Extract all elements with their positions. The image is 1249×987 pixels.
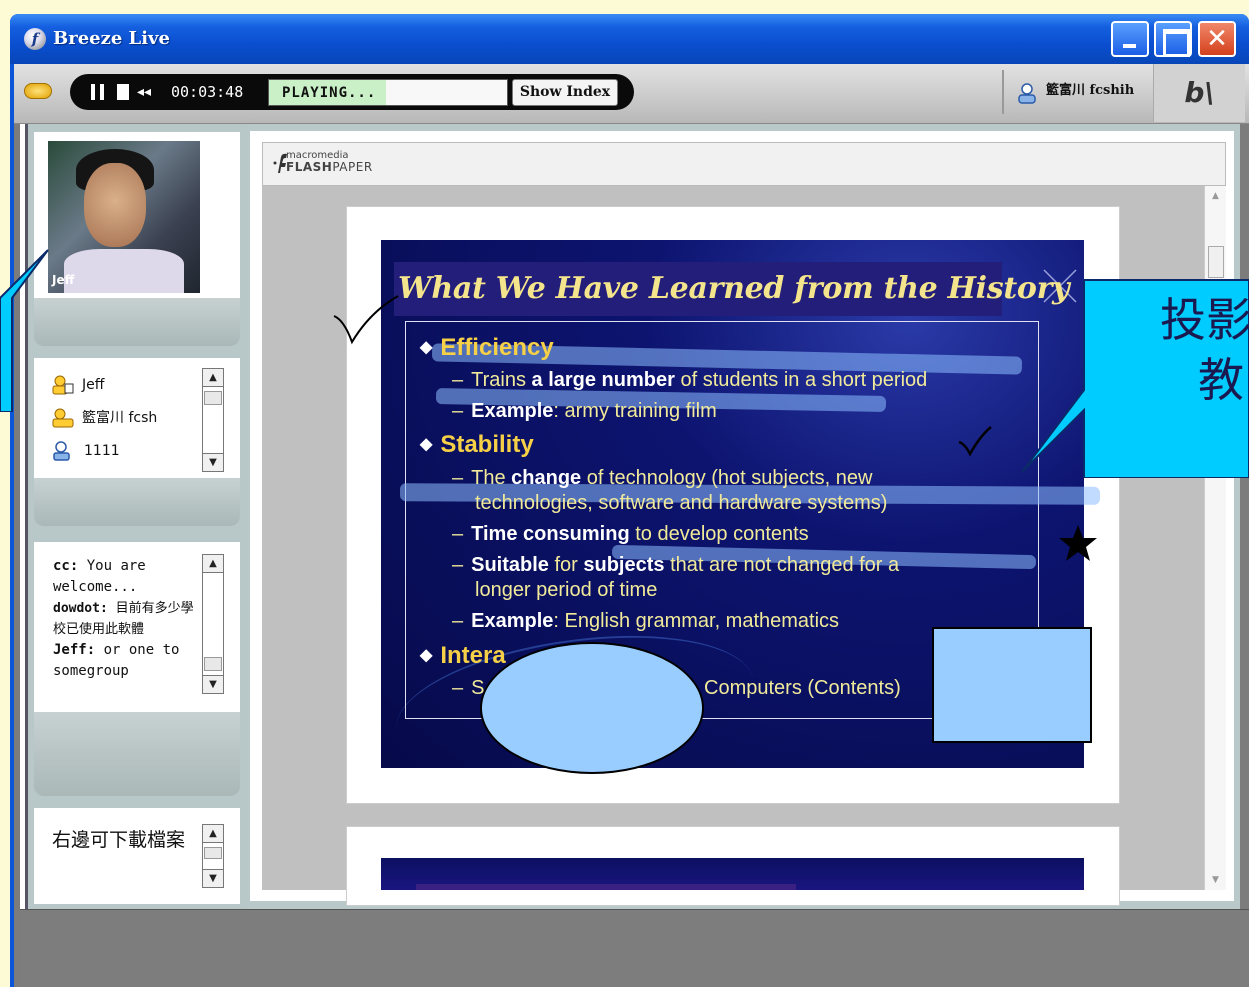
slide-subpoint-continued: Computers (Contents) bbox=[704, 677, 901, 699]
note-text: 右邊可下載檔案 bbox=[52, 829, 186, 851]
participant-icon bbox=[53, 441, 70, 461]
chat-pod-footer bbox=[34, 712, 240, 796]
slide-subpoint: – Trains a large number of students in a … bbox=[452, 369, 928, 391]
camera-video-feed: Jeff bbox=[48, 141, 200, 293]
slide-subpoint: – Suitable for subjects that are not chan… bbox=[452, 554, 900, 576]
camera-name-label: Jeff bbox=[52, 273, 75, 287]
slide-title: What We Have Learned from the History bbox=[398, 271, 1070, 306]
scroll-down-arrow-icon[interactable]: ▼ bbox=[203, 453, 223, 471]
slide-bullet: ◆ Stability bbox=[420, 431, 534, 458]
diamond-bullet-icon: ◆ bbox=[420, 647, 433, 664]
breeze-badge-icon: b\ bbox=[1153, 64, 1245, 122]
attendee-item[interactable]: Jeff bbox=[82, 374, 104, 396]
maximize-button[interactable] bbox=[1154, 21, 1192, 57]
scroll-up-arrow-icon[interactable]: ▲ bbox=[1205, 186, 1226, 206]
scroll-down-arrow-icon[interactable]: ▼ bbox=[203, 675, 223, 693]
scroll-thumb[interactable] bbox=[204, 847, 222, 859]
slide-subpoint: – Example: English grammar, mathematics bbox=[452, 610, 840, 632]
user-icon bbox=[1018, 83, 1036, 104]
pause-icon[interactable] bbox=[91, 84, 104, 100]
chat-message: dowdot: 目前有多少學校已使用此軟體 bbox=[53, 601, 194, 637]
star-annotation-icon[interactable] bbox=[1058, 524, 1098, 562]
callout-text: 投影 教 bbox=[1160, 293, 1249, 407]
scroll-up-arrow-icon[interactable]: ▲ bbox=[203, 555, 223, 573]
scroll-thumb[interactable] bbox=[1208, 246, 1224, 278]
title-bar[interactable]: f Breeze Live bbox=[10, 14, 1249, 64]
flashpaper-brand: macromedia FLASHPAPER bbox=[286, 150, 373, 174]
stop-icon[interactable] bbox=[117, 84, 129, 100]
chat-message: Jeff: or one to somegroup bbox=[53, 642, 180, 679]
elapsed-time: 00:03:48 bbox=[171, 83, 244, 101]
ellipse-annotation[interactable] bbox=[480, 642, 704, 774]
chat-message: cc: You are welcome... bbox=[53, 558, 146, 595]
diamond-bullet-icon: ◆ bbox=[420, 436, 433, 453]
flashpaper-brand-big: FLASHPAPER bbox=[286, 160, 373, 174]
slide-bullet: ◆ Efficiency bbox=[420, 334, 554, 361]
scroll-thumb[interactable] bbox=[204, 657, 222, 671]
attendee-list-scrollbar[interactable]: ▲ ▼ bbox=[202, 368, 224, 472]
slide-subpoint: – Time consuming to develop contents bbox=[452, 523, 809, 545]
slide-bullet: ◆ Intera bbox=[420, 642, 506, 669]
note-scrollbar[interactable]: ▲ ▼ bbox=[202, 824, 224, 888]
rewind-icon[interactable]: ◂◂ bbox=[137, 83, 151, 101]
host-icon bbox=[52, 375, 74, 395]
slide-subpoint-continued: technologies, software and hardware syst… bbox=[475, 492, 888, 514]
current-user-name[interactable]: 籃富川 fcshih bbox=[1046, 82, 1134, 100]
slide-decoration bbox=[416, 884, 796, 890]
slide-subpoint: – S bbox=[452, 677, 485, 699]
playback-status: PLAYING... bbox=[282, 85, 377, 101]
camera-pod-footer bbox=[34, 298, 240, 346]
attendee-item[interactable]: 1111 bbox=[84, 440, 120, 462]
slide-subpoint: – The change of technology (hot subjects,… bbox=[452, 467, 873, 489]
window-title: Breeze Live bbox=[53, 28, 170, 49]
diamond-bullet-icon: ◆ bbox=[420, 339, 433, 356]
scroll-up-arrow-icon[interactable]: ▲ bbox=[203, 825, 223, 843]
callout-left[interactable] bbox=[0, 240, 52, 412]
slide-subpoint: – Example: army training film bbox=[452, 400, 717, 422]
toolbar-divider bbox=[1002, 70, 1004, 114]
close-button[interactable] bbox=[1198, 21, 1236, 57]
connection-status-light bbox=[24, 83, 52, 99]
minimize-button[interactable] bbox=[1111, 21, 1149, 57]
flashpaper-toolbar bbox=[262, 142, 1226, 186]
camera-subject-shirt bbox=[64, 249, 184, 293]
attendee-item[interactable]: 籃富川 fcsh bbox=[82, 407, 157, 429]
checkmark-annotation-icon[interactable] bbox=[330, 290, 402, 350]
slide-subpoint-continued: longer period of time bbox=[475, 579, 658, 601]
attendee-pod-footer bbox=[34, 478, 240, 526]
presenter-icon bbox=[52, 408, 74, 428]
show-index-button[interactable]: Show Index bbox=[512, 79, 618, 106]
scroll-down-arrow-icon[interactable]: ▼ bbox=[203, 869, 223, 887]
rectangle-annotation[interactable] bbox=[932, 627, 1092, 743]
scroll-thumb[interactable] bbox=[204, 391, 222, 405]
checkmark-annotation-icon[interactable] bbox=[956, 424, 994, 458]
breeze-logo-icon: f bbox=[24, 28, 46, 50]
scroll-up-arrow-icon[interactable]: ▲ bbox=[203, 369, 223, 387]
bottom-status-area bbox=[20, 909, 1249, 987]
scroll-down-arrow-icon[interactable]: ▼ bbox=[1205, 870, 1226, 890]
chat-scrollbar[interactable]: ▲ ▼ bbox=[202, 554, 224, 694]
camera-subject-face bbox=[84, 163, 146, 247]
